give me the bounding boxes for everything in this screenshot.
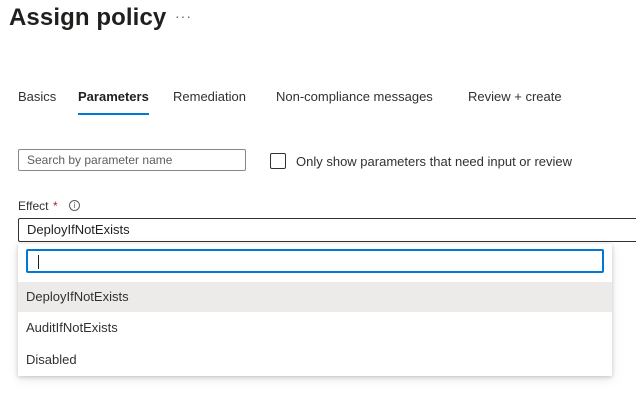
tab-review-create[interactable]: Review + create: [468, 89, 562, 104]
only-show-needs-input-label: Only show parameters that need input or …: [296, 154, 573, 169]
option-disabled[interactable]: Disabled: [18, 345, 612, 375]
tab-parameters[interactable]: Parameters: [78, 89, 149, 115]
page-title: Assign policy: [9, 4, 167, 31]
effect-label: Effect: [18, 199, 49, 213]
tab-non-compliance-messages[interactable]: Non-compliance messages: [276, 89, 433, 104]
only-show-needs-input-checkbox[interactable]: [270, 153, 286, 169]
required-marker: *: [53, 199, 58, 213]
parameter-search-input[interactable]: [18, 149, 246, 171]
dropdown-filter-input[interactable]: [26, 249, 604, 273]
info-icon[interactable]: i: [69, 200, 80, 211]
tab-basics[interactable]: Basics: [18, 89, 56, 104]
effect-dropdown-menu: DeployIfNotExists AuditIfNotExists Disab…: [18, 244, 612, 376]
option-auditifnotexists[interactable]: AuditIfNotExists: [18, 313, 612, 343]
more-options-button[interactable]: ···: [175, 8, 192, 24]
effect-dropdown[interactable]: DeployIfNotExists: [18, 218, 636, 242]
option-deployifnotexists[interactable]: DeployIfNotExists: [18, 282, 612, 312]
tab-remediation[interactable]: Remediation: [173, 89, 246, 104]
assign-policy-page: Assign policy ··· Basics Parameters Reme…: [0, 0, 636, 396]
text-cursor: [38, 255, 39, 269]
